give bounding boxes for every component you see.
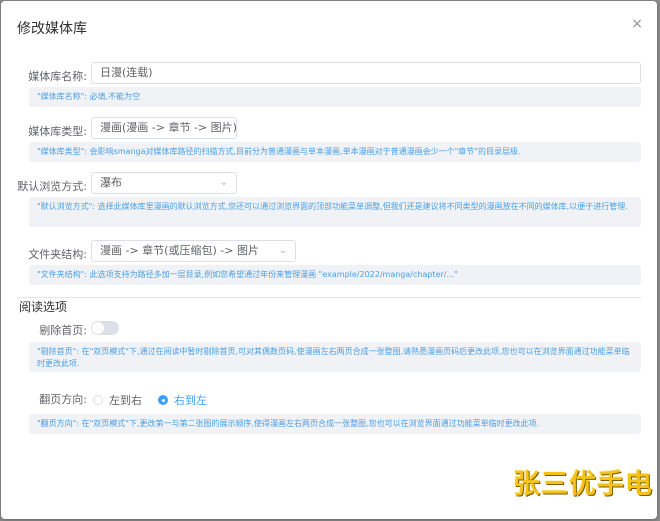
- library-type-label: 媒体库类型:: [28, 125, 87, 138]
- radio-left-to-right[interactable]: 左到右: [93, 392, 142, 408]
- page-direction-label: 翻页方向:: [39, 393, 87, 406]
- dialog-title: 修改媒体库: [17, 21, 87, 37]
- browse-mode-value: 瀑布: [100, 176, 122, 189]
- watermark: 张三优手电: [513, 469, 653, 500]
- chevron-down-icon: ⌄: [278, 245, 287, 256]
- switch-knob: [92, 322, 104, 334]
- folder-structure-select[interactable]: 漫画 -> 章节(或压缩包) -> 图片 ⌄: [91, 240, 296, 262]
- page-direction-tip: "翻页方向": 在"双页模式"下,更改第一与第二张图的展示顺序,使得漫画左右两页…: [29, 414, 641, 434]
- divider: [17, 297, 641, 298]
- folder-structure-tip: "文件夹结构": 此选项支持为路径多加一层目录,例如您希望通过年份来管理漫画 "…: [29, 265, 641, 285]
- library-name-tip: "媒体库名称": 必填,不能为空: [29, 87, 641, 107]
- library-type-value: 漫画(漫画 -> 章节 -> 图片): [100, 121, 237, 134]
- remove-cover-label: 剔除首页:: [39, 324, 87, 337]
- radio-checked-icon: [158, 395, 168, 405]
- radio-label: 左到右: [109, 394, 142, 407]
- remove-cover-switch[interactable]: [91, 321, 119, 335]
- library-type-tip: "媒体库类型": 会影响smanga对媒体库路径的扫描方式,目前分为普通漫画与单…: [29, 142, 641, 162]
- remove-cover-tip: "剔除首页": 在"双页模式"下,通过在阅读中暂时剔除首页,可对其偶数页码,使漫…: [29, 342, 641, 372]
- radio-right-to-left[interactable]: 右到左: [158, 392, 207, 408]
- chevron-down-icon: ⌄: [219, 177, 228, 188]
- radio-label: 右到左: [174, 394, 207, 407]
- browse-mode-label: 默认浏览方式:: [17, 180, 87, 193]
- library-name-label: 媒体库名称:: [28, 70, 87, 83]
- reading-options-title: 阅读选项: [19, 300, 68, 314]
- edit-media-library-dialog: 修改媒体库 × 媒体库名称: 日漫(连载) "媒体库名称": 必填,不能为空 媒…: [1, 1, 657, 519]
- close-icon[interactable]: ×: [631, 17, 643, 31]
- folder-structure-value: 漫画 -> 章节(或压缩包) -> 图片: [100, 244, 259, 257]
- chevron-down-icon: ⌄: [219, 122, 228, 133]
- radio-circle-icon: [93, 395, 103, 405]
- browse-mode-select[interactable]: 瀑布 ⌄: [91, 172, 237, 194]
- folder-structure-label: 文件夹结构:: [28, 248, 87, 261]
- library-name-input[interactable]: 日漫(连载): [91, 62, 641, 84]
- library-type-select[interactable]: 漫画(漫画 -> 章节 -> 图片) ⌄: [91, 117, 237, 139]
- browse-mode-tip: "默认浏览方式": 选择此媒体库里漫画的默认浏览方式,您还可以通过浏览界面的顶部…: [29, 197, 641, 227]
